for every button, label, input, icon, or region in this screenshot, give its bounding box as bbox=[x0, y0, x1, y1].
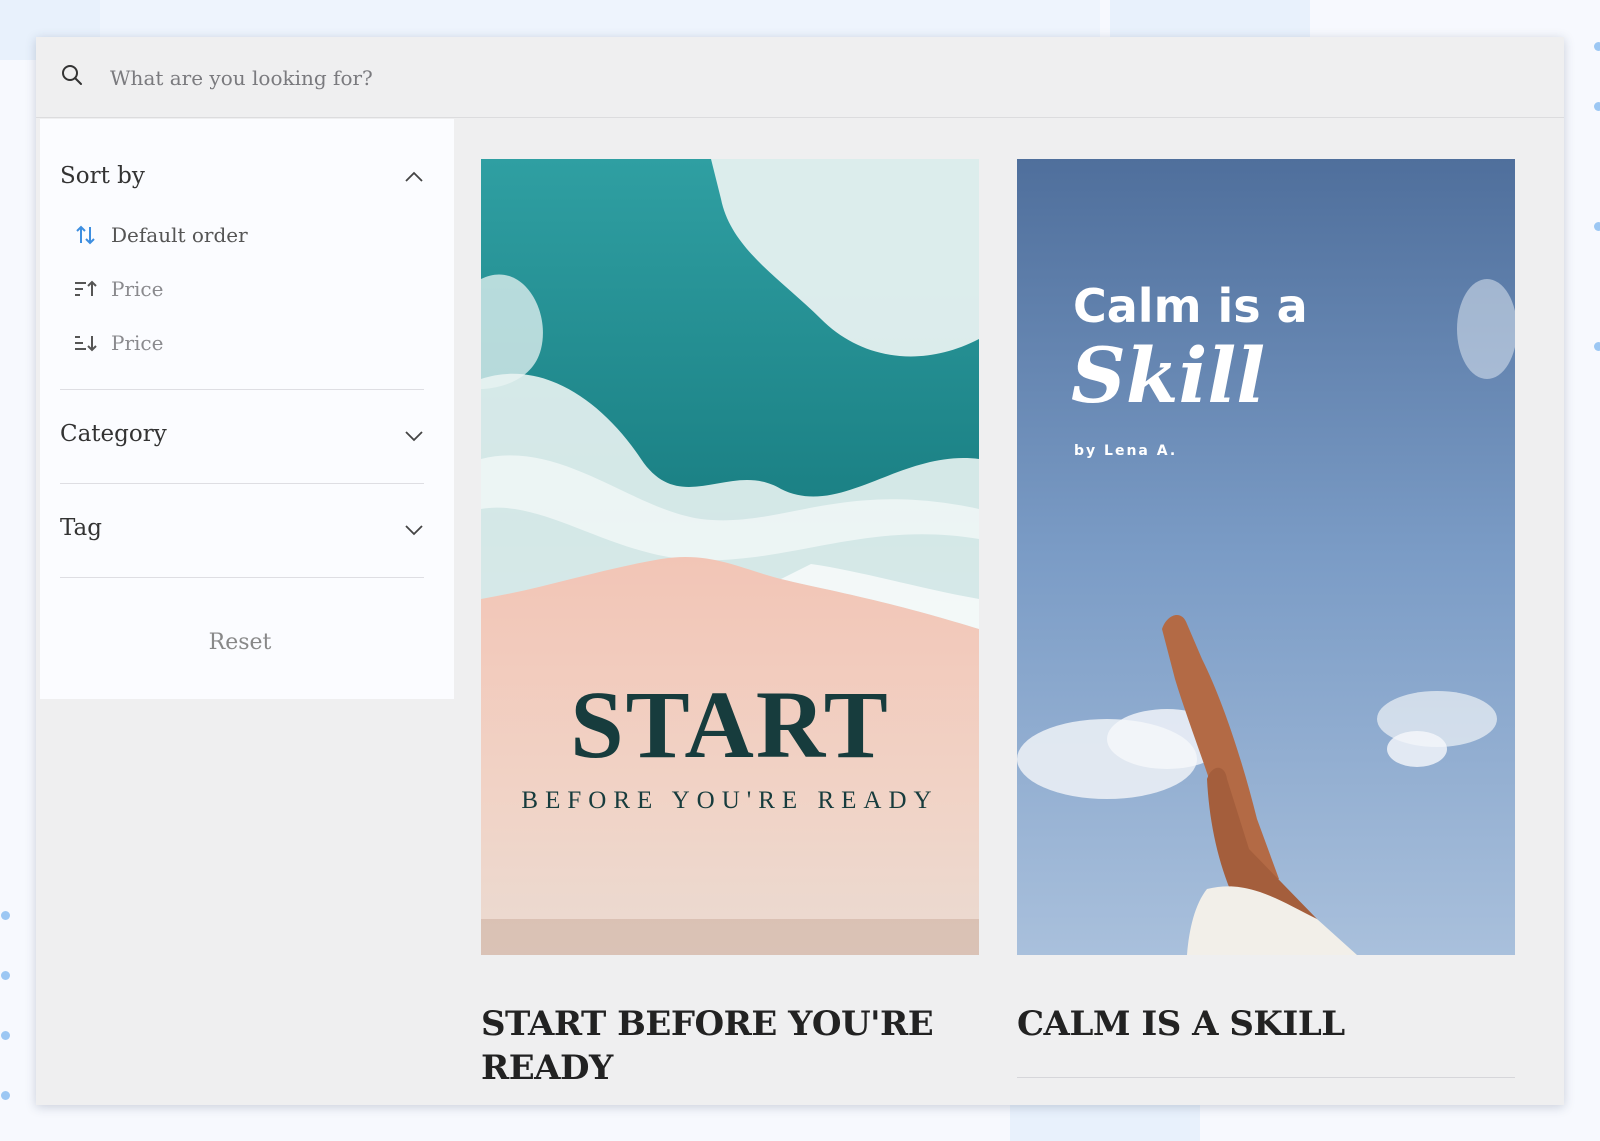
sort-option-label: Price bbox=[111, 277, 164, 301]
product-cover-image: Calm is a Skill by Lena A. bbox=[1017, 159, 1515, 955]
chevron-down-icon bbox=[404, 519, 424, 539]
category-title: Category bbox=[60, 421, 167, 447]
background-dot bbox=[1, 971, 10, 980]
sort-by-header[interactable]: Sort by bbox=[60, 157, 424, 197]
search-bar bbox=[36, 37, 1564, 118]
search-icon[interactable] bbox=[60, 63, 84, 87]
background-dot bbox=[1594, 42, 1600, 51]
cover-author: by Lena A. bbox=[1074, 443, 1178, 459]
sort-option-price-descending[interactable]: Price bbox=[74, 325, 374, 361]
sort-by-title: Sort by bbox=[60, 163, 145, 189]
sort-ascending-icon bbox=[74, 278, 98, 300]
search-overlay-panel: Sort by Default order bbox=[36, 37, 1564, 1105]
product-card[interactable]: Calm is a Skill by Lena A. CALM IS A SKI… bbox=[1017, 159, 1515, 1099]
divider bbox=[60, 389, 424, 390]
tag-header[interactable]: Tag bbox=[60, 509, 424, 549]
background-dot bbox=[1594, 222, 1600, 231]
sort-descending-icon bbox=[74, 332, 98, 354]
background-block bbox=[1010, 1105, 1200, 1141]
background-dot bbox=[1594, 102, 1600, 111]
category-header[interactable]: Category bbox=[60, 415, 424, 455]
background-dot bbox=[1, 1031, 10, 1040]
search-input[interactable] bbox=[108, 57, 812, 99]
product-cover-image: START BEFORE YOU'RE READY bbox=[481, 159, 979, 955]
sort-option-default-order[interactable]: Default order bbox=[74, 217, 374, 253]
divider bbox=[60, 483, 424, 484]
background-dot bbox=[1, 1091, 10, 1100]
chevron-down-icon bbox=[404, 425, 424, 445]
divider bbox=[1017, 1077, 1515, 1078]
filter-sidebar: Sort by Default order Price Price Catego… bbox=[40, 119, 454, 699]
reset-button[interactable]: Reset bbox=[190, 624, 290, 660]
cover-subtitle: BEFORE YOU'RE READY bbox=[521, 787, 939, 814]
tag-title: Tag bbox=[60, 515, 102, 541]
background-dot bbox=[1594, 342, 1600, 351]
background-block bbox=[1110, 0, 1310, 37]
sort-option-label: Default order bbox=[111, 223, 248, 247]
background-block bbox=[100, 0, 1100, 37]
background-dot bbox=[1, 911, 10, 920]
product-card[interactable]: START BEFORE YOU'RE READY START BEFORE Y… bbox=[481, 159, 979, 1099]
chevron-up-icon bbox=[404, 167, 424, 187]
product-title[interactable]: CALM IS A SKILL bbox=[1017, 1002, 1487, 1046]
divider bbox=[60, 577, 424, 578]
cover-headline: START bbox=[570, 671, 890, 778]
cover-title-line1: Calm is a bbox=[1073, 279, 1308, 333]
cover-title-line2: Skill bbox=[1071, 331, 1266, 420]
sort-option-label: Price bbox=[111, 331, 164, 355]
product-title[interactable]: START BEFORE YOU'RE READY bbox=[481, 1002, 951, 1090]
sort-option-price-ascending[interactable]: Price bbox=[74, 271, 374, 307]
sort-default-icon bbox=[74, 224, 98, 246]
